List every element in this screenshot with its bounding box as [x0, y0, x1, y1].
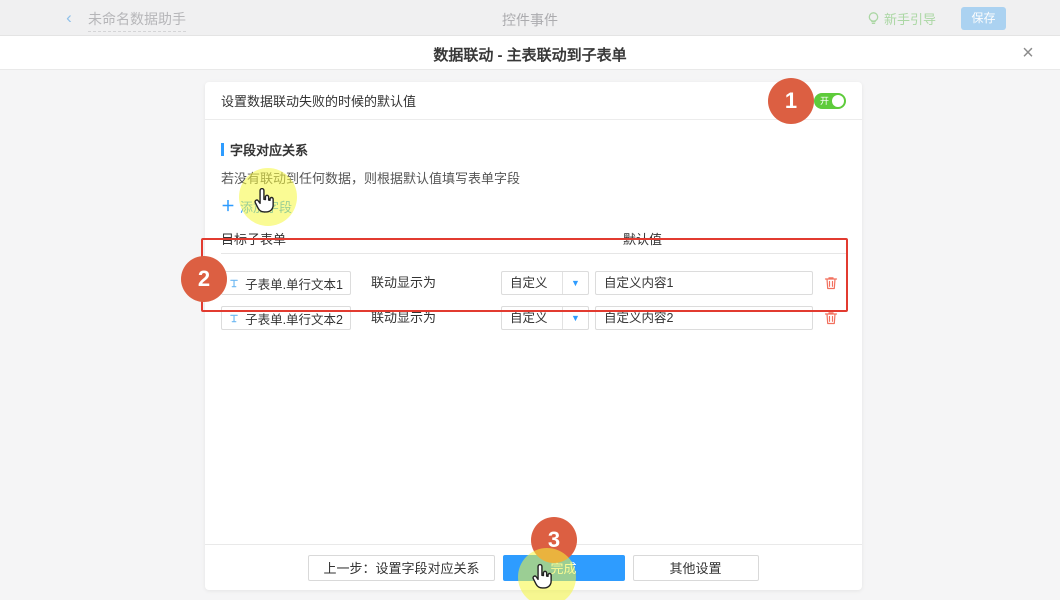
table-header-divider — [221, 253, 846, 254]
section-title: 字段对应关系 — [230, 140, 308, 159]
dialog-title: 数据联动 - 主表联动到子表单 — [0, 44, 1060, 65]
section-description: 若没有联动到任何数据，则根据默认值填写表单字段 — [221, 168, 846, 187]
panel-content: 字段对应关系 若没有联动到任何数据，则根据默认值填写表单字段 ＋ 添加字段 目标… — [205, 120, 862, 332]
table-row: 子表单.单行文本2 联动显示为 自定义 ▼ 自定义内容2 — [221, 306, 846, 332]
page-title: 控件事件 — [502, 10, 558, 30]
lightbulb-icon — [867, 11, 880, 26]
panel-header: 设置数据联动失败的时候的默认值 开 — [205, 82, 862, 120]
plus-icon: ＋ — [221, 196, 235, 216]
text-field-icon — [229, 312, 239, 325]
relation-label: 联动显示为 — [371, 306, 436, 330]
default-value-setting-label: 设置数据联动失败的时候的默认值 — [221, 91, 416, 110]
relation-label: 联动显示为 — [371, 271, 436, 295]
column-default-value: 默认值 — [623, 229, 662, 248]
default-value-toggle[interactable]: 开 — [814, 93, 846, 109]
top-bar: ‹ 未命名数据助手 控件事件 新手引导 保存 — [0, 0, 1060, 36]
display-mode-select[interactable]: 自定义 ▼ — [501, 306, 589, 330]
table-row: 子表单.单行文本1 联动显示为 自定义 ▼ 自定义内容1 — [221, 271, 846, 297]
table-header: 目标子表单 默认值 — [221, 229, 846, 247]
column-target-field: 目标子表单 — [221, 229, 286, 248]
dialog-titlebar: 数据联动 - 主表联动到子表单 × — [0, 36, 1060, 70]
panel-footer: 上一步：设置字段对应关系 完成 其他设置 — [205, 544, 862, 590]
target-field-input[interactable]: 子表单.单行文本2 — [221, 306, 351, 330]
app-title[interactable]: 未命名数据助手 — [88, 9, 186, 32]
previous-step-button[interactable]: 上一步：设置字段对应关系 — [308, 555, 494, 581]
default-value-input[interactable]: 自定义内容2 — [595, 306, 813, 330]
dialog-body: 设置数据联动失败的时候的默认值 开 字段对应关系 若没有联动到任何数据，则根据默… — [0, 70, 1060, 600]
toggle-knob — [832, 95, 844, 107]
other-settings-button[interactable]: 其他设置 — [633, 555, 759, 581]
close-icon[interactable]: × — [1016, 41, 1040, 65]
add-field-label: 添加字段 — [240, 197, 292, 216]
beginner-guide-link[interactable]: 新手引导 — [867, 9, 936, 28]
trash-icon[interactable] — [823, 275, 839, 291]
back-icon[interactable]: ‹ — [60, 8, 78, 28]
app-root: ‹ 未命名数据助手 控件事件 新手引导 保存 数据联动 - 主表联动到子表单 ×… — [0, 0, 1060, 600]
target-field-input[interactable]: 子表单.单行文本1 — [221, 271, 351, 295]
beginner-guide-label: 新手引导 — [884, 9, 936, 28]
target-field-value: 子表单.单行文本2 — [245, 309, 343, 328]
chevron-down-icon: ▼ — [562, 272, 588, 294]
save-button[interactable]: 保存 — [961, 7, 1006, 30]
target-field-value: 子表单.单行文本1 — [245, 274, 343, 293]
chevron-down-icon: ▼ — [562, 307, 588, 329]
finish-button[interactable]: 完成 — [503, 555, 625, 581]
add-field-link[interactable]: ＋ 添加字段 — [221, 196, 292, 216]
text-field-icon — [229, 277, 239, 290]
section-title-row: 字段对应关系 — [221, 140, 846, 159]
section-marker — [221, 143, 224, 156]
display-mode-value: 自定义 — [502, 307, 562, 329]
field-rows: 子表单.单行文本1 联动显示为 自定义 ▼ 自定义内容1 — [221, 271, 846, 332]
display-mode-select[interactable]: 自定义 ▼ — [501, 271, 589, 295]
trash-icon[interactable] — [823, 310, 839, 326]
default-value-input[interactable]: 自定义内容1 — [595, 271, 813, 295]
toggle-on-label: 开 — [820, 95, 829, 107]
settings-panel: 设置数据联动失败的时候的默认值 开 字段对应关系 若没有联动到任何数据，则根据默… — [205, 82, 862, 590]
display-mode-value: 自定义 — [502, 272, 562, 294]
